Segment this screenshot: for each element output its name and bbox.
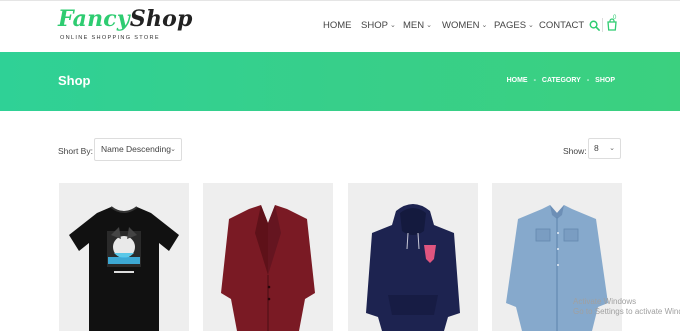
page-banner: Shop HOME - CATEGORY - SHOP [0, 52, 680, 111]
breadcrumb-current: SHOP [595, 77, 615, 84]
breadcrumb-category[interactable]: CATEGORY [542, 77, 581, 84]
watermark-line2: Go to Settings to activate Windows. [573, 307, 680, 316]
os-activation-watermark: Activate Windows Go to Settings to activ… [573, 297, 680, 317]
nav-label: HOME [323, 20, 352, 31]
chevron-down-icon: ⌄ [481, 22, 488, 29]
nav-label: MEN [403, 20, 425, 31]
nav-label: PAGES [494, 20, 527, 31]
show-select-value: 8 [594, 143, 599, 153]
logo-tagline: ONLINE SHOPPING STORE [60, 35, 160, 41]
nav-item-women[interactable]: WOMEN ⌄ [442, 19, 487, 33]
nav-label: CONTACT [539, 20, 585, 31]
blazer-image [221, 205, 315, 331]
show-label: Show: [563, 146, 587, 156]
nav-item-contact[interactable]: CONTACT [539, 19, 584, 33]
logo-shop-text: Shop [129, 6, 193, 32]
chevron-down-icon: ⌄ [389, 22, 396, 29]
product-card[interactable] [203, 183, 333, 331]
sort-select[interactable]: Name Descending ⌄ [94, 138, 182, 161]
chevron-down-icon: ⌄ [528, 22, 534, 29]
site-logo[interactable]: FancyShop ONLINE SHOPPING STORE [58, 6, 193, 41]
chevron-down-icon: ⌄ [609, 145, 615, 152]
site-header: FancyShop ONLINE SHOPPING STORE HOME SHO… [0, 0, 680, 52]
chevron-down-icon: ⌄ [170, 146, 176, 153]
chevron-down-icon: ⌄ [426, 22, 432, 29]
logo-wordmark: FancyShop [58, 6, 193, 33]
nav-label: SHOP [361, 20, 388, 31]
cart-count-badge: 0 [613, 15, 617, 21]
nav-divider [602, 18, 603, 32]
breadcrumb-home[interactable]: HOME [507, 77, 528, 84]
nav-item-men[interactable]: MEN ⌄ [403, 19, 432, 33]
sort-select-value: Name Descending [101, 144, 171, 154]
breadcrumb: HOME - CATEGORY - SHOP [507, 77, 615, 84]
nav-item-shop[interactable]: SHOP ⌄ [361, 19, 396, 33]
sort-label: Short By: [58, 146, 93, 156]
breadcrumb-separator: - [586, 77, 590, 84]
product-card[interactable] [348, 183, 478, 331]
search-icon[interactable] [589, 20, 600, 31]
breadcrumb-separator: - [533, 77, 536, 84]
tshirt-image [69, 206, 179, 331]
hoodie-image [366, 204, 460, 331]
logo-fancy-text: Fancy [58, 6, 130, 32]
show-count-select[interactable]: 8 ⌄ [588, 138, 621, 159]
nav-item-pages[interactable]: PAGES ⌄ [494, 19, 534, 33]
watermark-line1: Activate Windows [573, 297, 637, 306]
nav-item-home[interactable]: HOME [323, 19, 352, 33]
product-card[interactable] [59, 183, 189, 331]
page-title: Shop [58, 73, 91, 88]
nav-label: WOMEN [442, 20, 480, 31]
